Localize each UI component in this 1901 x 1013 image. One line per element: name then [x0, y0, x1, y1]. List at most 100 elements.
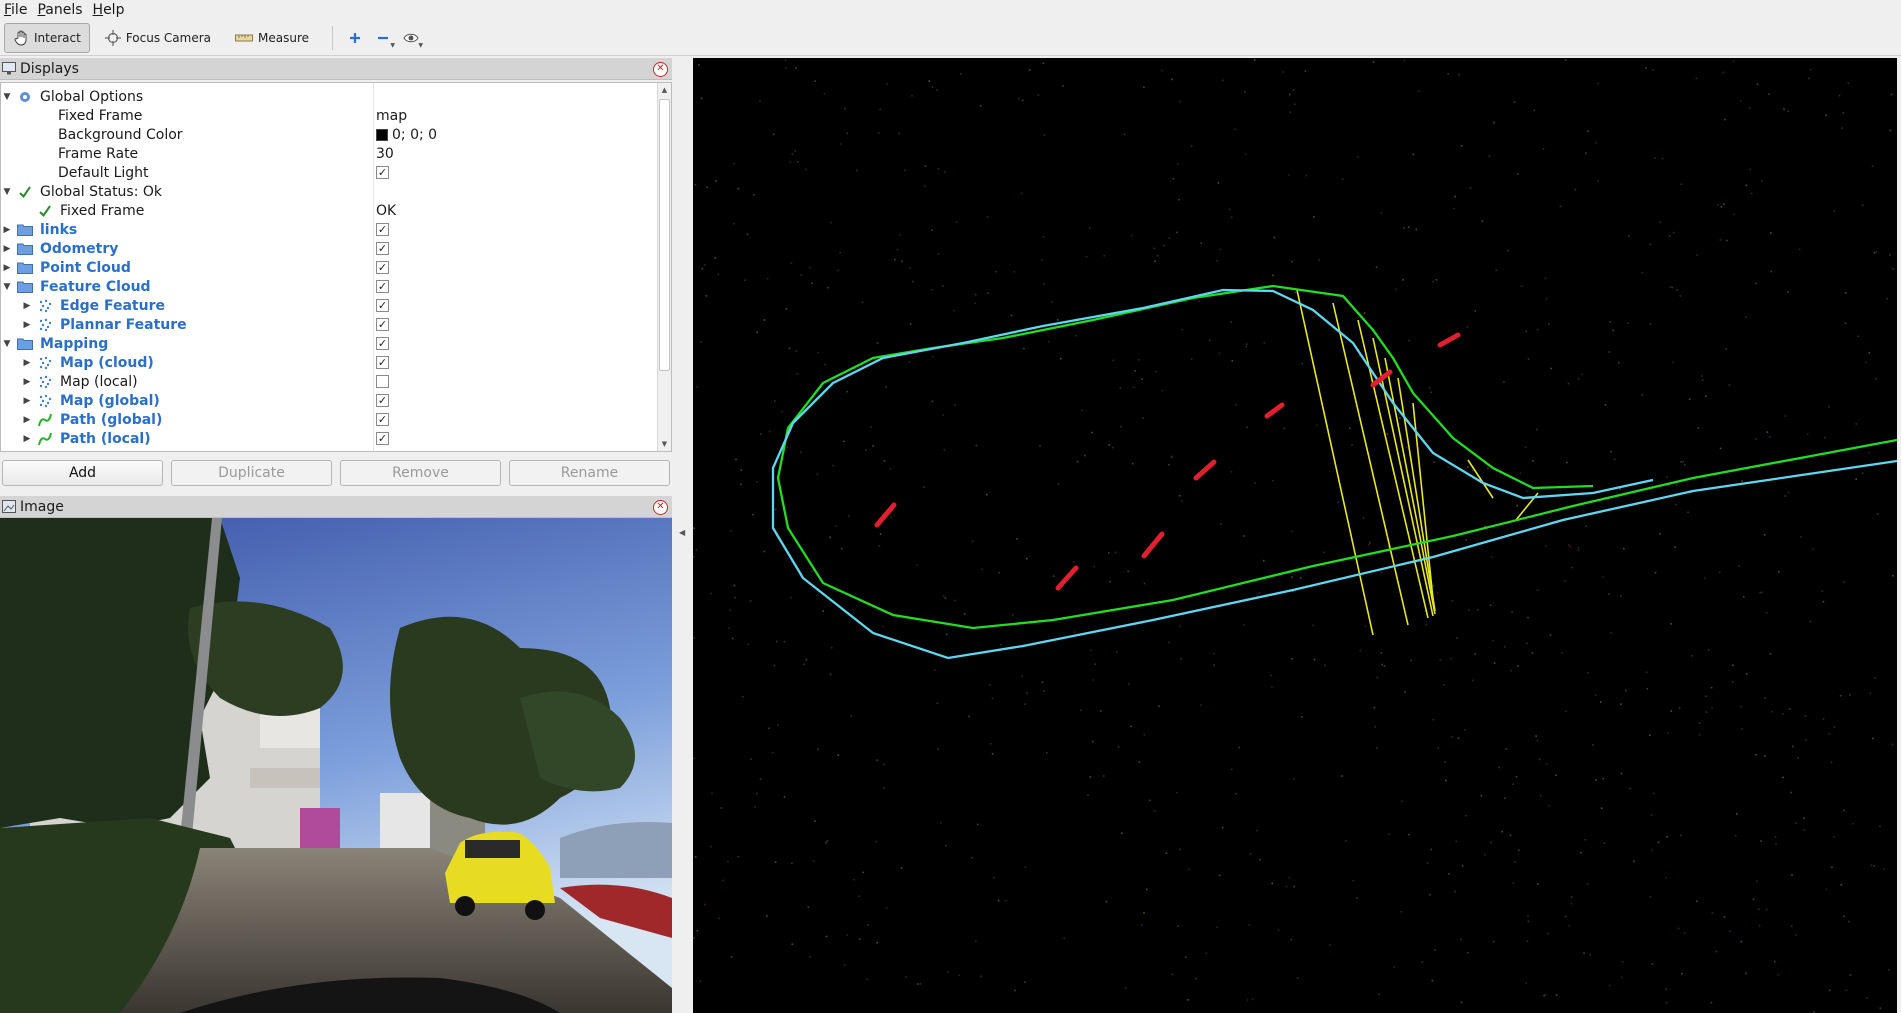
remove-tool-button[interactable]: ▼	[369, 24, 397, 52]
expand-arrow-right-icon[interactable]: ▶	[22, 415, 32, 425]
rename-display-button[interactable]: Rename	[509, 460, 670, 486]
display-tree-row-value[interactable]: 0; 0; 0	[376, 127, 437, 143]
dropdown-arrow-icon: ▼	[418, 41, 424, 49]
image-panel-title: Image ✕	[0, 496, 672, 518]
display-tree-row[interactable]: ▶ links ✓	[1, 220, 657, 239]
display-tree-row-label: Frame Rate	[58, 145, 139, 162]
path-icon	[37, 431, 53, 447]
display-tree-row-value[interactable]: OK	[376, 203, 396, 219]
display-tree-row[interactable]: ▼ Global Options	[1, 87, 657, 106]
expand-arrow-down-icon[interactable]: ▼	[2, 92, 12, 102]
expand-arrow-right-icon[interactable]: ▶	[22, 358, 32, 368]
display-tree-row[interactable]: ▶ Point Cloud ✓	[1, 258, 657, 277]
expand-arrow-down-icon[interactable]: ▼	[2, 339, 12, 349]
enable-checkbox[interactable]: ✓	[376, 299, 389, 312]
menu-help[interactable]: Help	[89, 0, 131, 20]
display-tree-row[interactable]: ▼ Mapping ✓	[1, 334, 657, 353]
enable-checkbox[interactable]: ✓	[376, 261, 389, 274]
display-tree-row-value[interactable]: ✓	[376, 242, 389, 255]
color-value-text: 0; 0; 0	[392, 126, 438, 143]
display-tree-row[interactable]: ▶ Plannar Feature ✓	[1, 315, 657, 334]
display-tree-row[interactable]: ▶ Map (cloud) ✓	[1, 353, 657, 372]
scroll-up-arrow-icon[interactable]: ▲	[658, 83, 671, 97]
enable-checkbox[interactable]: ✓	[376, 242, 389, 255]
display-tree-row-value[interactable]: 30	[376, 146, 394, 162]
remove-display-button[interactable]: Remove	[340, 460, 501, 486]
3d-viewport[interactable]	[693, 58, 1897, 1013]
displays-button-row: Add Duplicate Remove Rename	[0, 460, 672, 488]
expand-arrow-right-icon[interactable]: ▶	[22, 301, 32, 311]
menu-panels[interactable]: Panels	[33, 0, 88, 20]
display-tree-row-value[interactable]	[376, 451, 389, 452]
display-tree-row-value[interactable]: ✓	[376, 166, 389, 179]
add-display-button[interactable]: Add	[2, 460, 163, 486]
monitor-icon	[2, 62, 16, 75]
enable-checkbox[interactable]: ✓	[376, 318, 389, 331]
display-tree-row-value[interactable]: ✓	[376, 280, 389, 293]
display-tree-row-value[interactable]: ✓	[376, 337, 389, 350]
display-tree-row[interactable]: ▼ Global Status: Ok	[1, 182, 657, 201]
property-value-text: map	[376, 107, 408, 124]
displays-scrollbar[interactable]: ▲ ▼	[657, 83, 671, 451]
expand-arrow-right-icon[interactable]: ▶	[22, 377, 32, 387]
display-tree-row-value[interactable]: ✓	[376, 413, 389, 426]
enable-checkbox[interactable]: ✓	[376, 223, 389, 236]
scroll-down-arrow-icon[interactable]: ▼	[658, 437, 671, 451]
expand-arrow-down-icon[interactable]: ▼	[2, 282, 12, 292]
display-tree-row[interactable]: ▶ Edge Feature ✓	[1, 296, 657, 315]
expand-arrow-right-icon[interactable]: ▶	[2, 225, 12, 235]
duplicate-display-button[interactable]: Duplicate	[171, 460, 332, 486]
display-tree-row-value[interactable]: ✓	[376, 394, 389, 407]
scrollbar-thumb[interactable]	[659, 99, 670, 371]
enable-checkbox[interactable]	[376, 375, 389, 388]
expand-arrow-right-icon[interactable]: ▶	[22, 396, 32, 406]
focus-camera-tool-button[interactable]: Focus Camera	[96, 23, 220, 53]
display-tree-row-value[interactable]: ✓	[376, 356, 389, 369]
display-tree-row-value[interactable]: ✓	[376, 299, 389, 312]
property-value-text: OK	[376, 202, 397, 219]
display-tree-row-label: Default Light	[58, 164, 149, 181]
display-tree-row-value[interactable]: ✓	[376, 223, 389, 236]
display-tree-row[interactable]: Fixed Frame OK	[1, 201, 657, 220]
display-tree-row[interactable]: Frame Rate 30	[1, 144, 657, 163]
measure-tool-button[interactable]: Measure	[226, 23, 318, 53]
enable-checkbox[interactable]	[376, 451, 389, 452]
global-path-line	[776, 284, 1897, 630]
display-tree-row-value[interactable]: map	[376, 108, 407, 124]
enable-checkbox[interactable]: ✓	[376, 166, 389, 179]
display-tree-row-value[interactable]	[376, 375, 389, 388]
display-tree-row[interactable]: Default Light ✓	[1, 163, 657, 182]
menu-file[interactable]: File	[0, 0, 33, 20]
enable-checkbox[interactable]: ✓	[376, 280, 389, 293]
enable-checkbox[interactable]: ✓	[376, 413, 389, 426]
display-tree-row[interactable]: ▼ Feature Cloud ✓	[1, 277, 657, 296]
add-tool-button[interactable]	[341, 24, 369, 52]
expand-arrow-right-icon[interactable]: ▶	[2, 244, 12, 254]
display-tree-row[interactable]: Fixed Frame map	[1, 106, 657, 125]
view-options-tool-button[interactable]: ▼	[397, 24, 425, 52]
splitter-handle-icon[interactable]: ◀	[679, 528, 685, 537]
map-render[interactable]	[693, 58, 1897, 1013]
enable-checkbox[interactable]: ✓	[376, 356, 389, 369]
close-displays-panel-button[interactable]: ✕	[653, 62, 668, 77]
interact-tool-button[interactable]: Interact	[4, 22, 90, 53]
display-tree-row-value[interactable]: ✓	[376, 261, 389, 274]
enable-checkbox[interactable]: ✓	[376, 337, 389, 350]
display-tree-row[interactable]: ▶Loop closure	[1, 448, 657, 452]
expand-arrow-down-icon[interactable]: ▼	[2, 187, 12, 197]
color-swatch[interactable]	[376, 128, 388, 141]
expand-arrow-right-icon[interactable]: ▶	[22, 434, 32, 444]
display-tree-row[interactable]: ▶ Path (global) ✓	[1, 410, 657, 429]
display-tree-row[interactable]: ▶ Odometry ✓	[1, 239, 657, 258]
expand-arrow-right-icon[interactable]: ▶	[2, 263, 12, 273]
display-tree-row-value[interactable]: ✓	[376, 318, 389, 331]
enable-checkbox[interactable]: ✓	[376, 432, 389, 445]
close-image-panel-button[interactable]: ✕	[653, 500, 668, 515]
display-tree-row[interactable]: ▶ Map (local)	[1, 372, 657, 391]
display-tree-row[interactable]: ▶ Path (local) ✓	[1, 429, 657, 448]
expand-arrow-right-icon[interactable]: ▶	[22, 320, 32, 330]
display-tree-row[interactable]: ▶ Map (global) ✓	[1, 391, 657, 410]
display-tree-row[interactable]: Background Color 0; 0; 0	[1, 125, 657, 144]
display-tree-row-value[interactable]: ✓	[376, 432, 389, 445]
enable-checkbox[interactable]: ✓	[376, 394, 389, 407]
